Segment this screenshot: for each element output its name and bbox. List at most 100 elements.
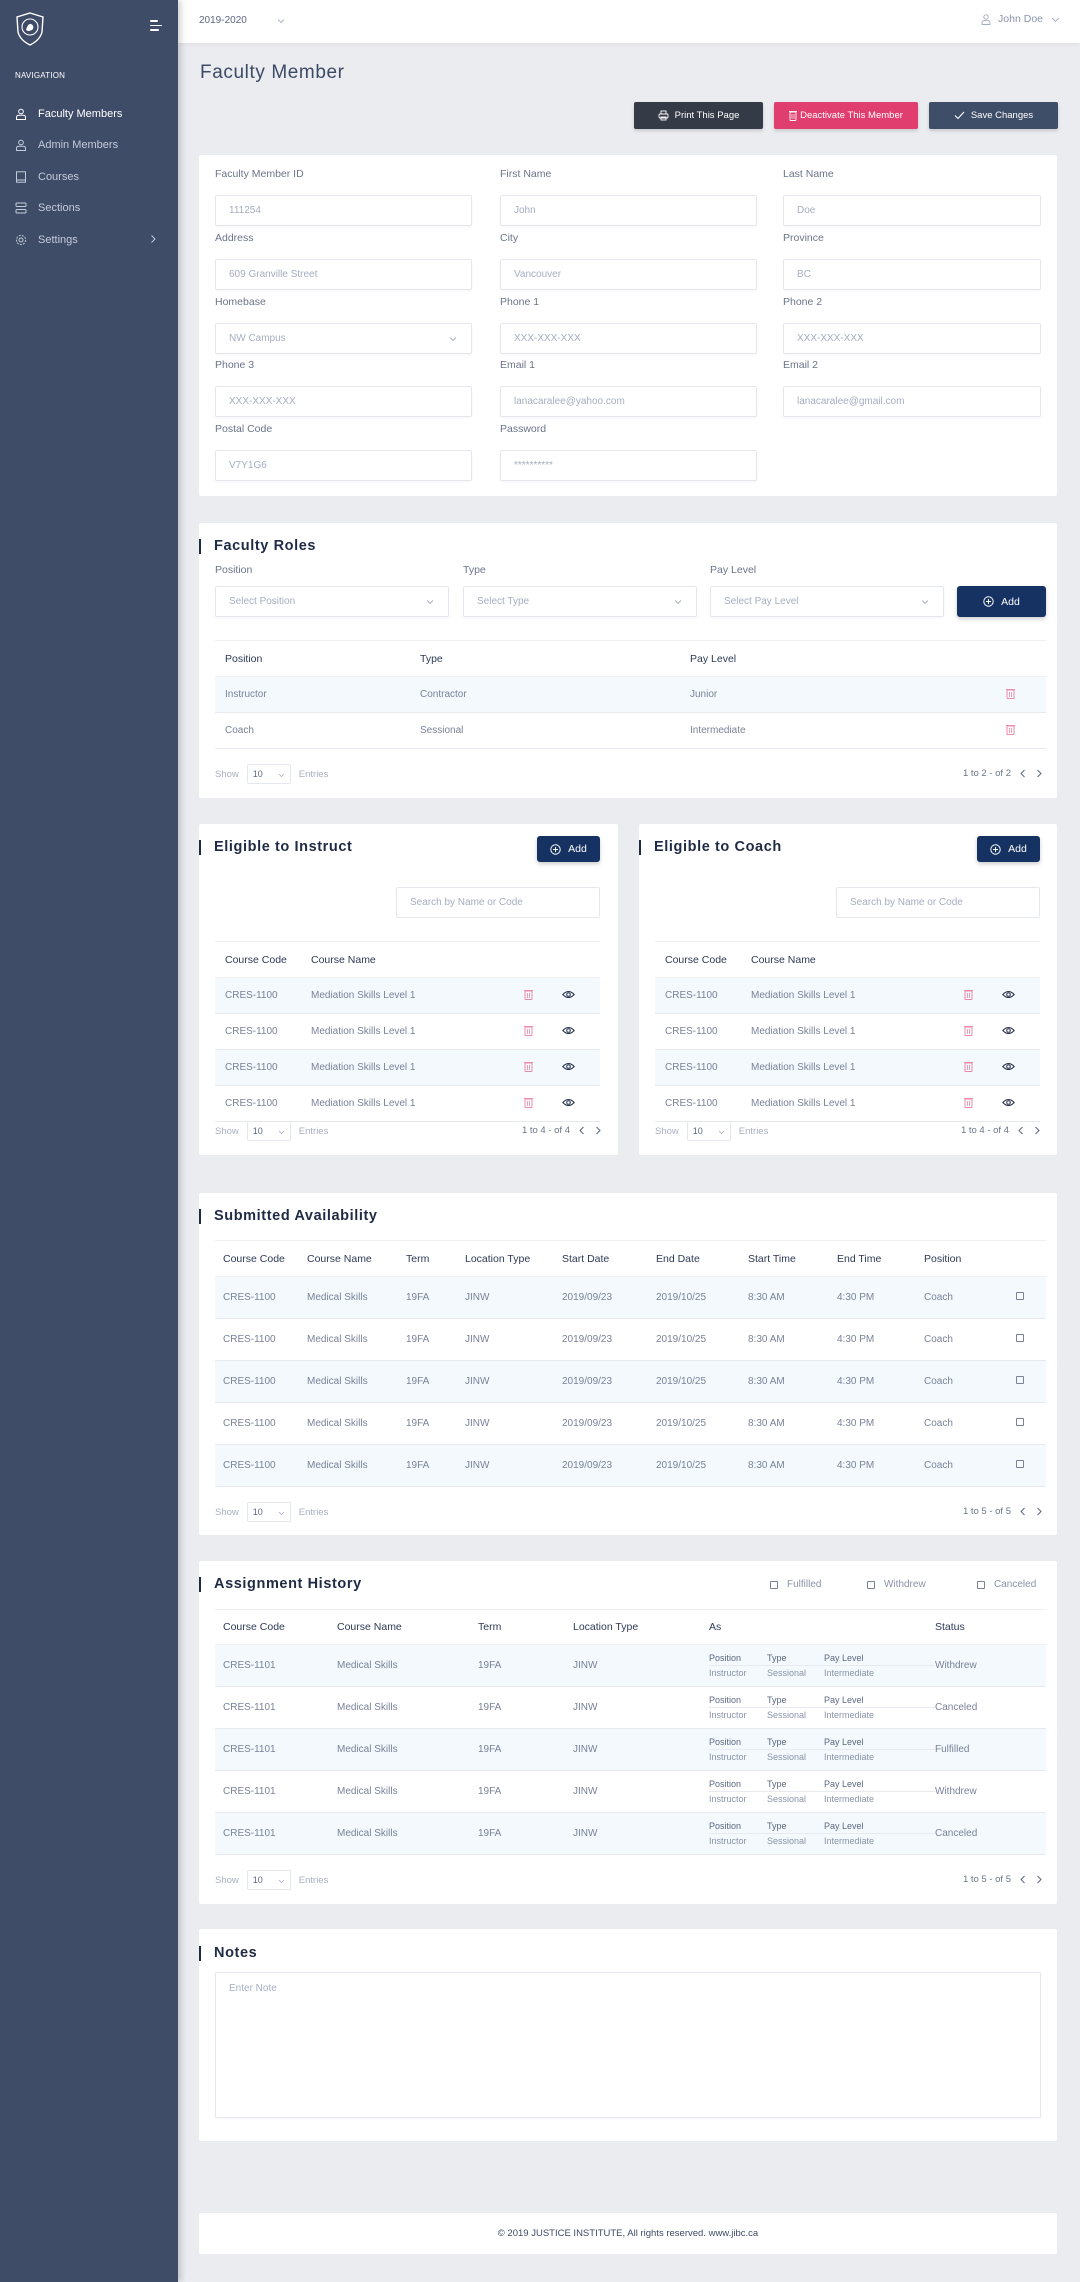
pagination-info: 1 to 4 - of 4	[521, 1125, 570, 1136]
sidebar-item-courses[interactable]: Courses	[0, 161, 178, 193]
next-page-icon[interactable]	[594, 1126, 602, 1135]
chevron-down-icon	[449, 335, 457, 343]
sidebar-item-sections[interactable]: Sections	[0, 193, 178, 225]
entries-select[interactable]: 10	[246, 764, 291, 784]
prev-page-icon[interactable]	[578, 1126, 586, 1135]
phone1-input[interactable]: XXX-XXX-XXX	[500, 323, 757, 354]
show-label: Show	[655, 1125, 679, 1137]
next-page-icon[interactable]	[1035, 769, 1043, 778]
user-menu[interactable]: John Doe	[981, 13, 1060, 25]
cell-position: Coach	[924, 1444, 1016, 1487]
delete-trash-icon[interactable]	[524, 1097, 533, 1108]
province-input[interactable]: BC	[783, 259, 1041, 290]
trash-icon	[789, 111, 798, 121]
row-checkbox[interactable]	[1016, 1418, 1024, 1426]
row-checkbox[interactable]	[1016, 1292, 1024, 1300]
entries-select[interactable]: 10	[246, 1502, 291, 1522]
view-eye-icon[interactable]	[1002, 1098, 1015, 1107]
cell-as: Position Type Pay Level Instructor Sessional…	[709, 1644, 935, 1687]
filter-withdrew[interactable]: Withdrew	[867, 1579, 926, 1590]
notes-textarea[interactable]: Enter Note	[215, 1972, 1041, 2118]
profile-card: Faculty Member ID 111254 First Name John…	[199, 155, 1057, 496]
next-page-icon[interactable]	[1033, 1126, 1041, 1135]
delete-trash-icon[interactable]	[964, 989, 973, 1000]
view-eye-icon[interactable]	[1002, 990, 1015, 999]
view-eye-icon[interactable]	[562, 1062, 575, 1071]
row-checkbox[interactable]	[1016, 1376, 1024, 1384]
academic-year-select[interactable]: 2019-2020	[199, 15, 285, 26]
password-input[interactable]: **********	[500, 450, 757, 481]
sidebar-item-settings[interactable]: Settings	[0, 224, 178, 256]
cell-end-date: 2019/10/25	[656, 1402, 748, 1445]
prev-page-icon[interactable]	[1017, 1126, 1025, 1135]
phone3-input[interactable]: XXX-XXX-XXX	[215, 386, 472, 417]
delete-trash-icon[interactable]	[1006, 724, 1015, 735]
instruct-search-input[interactable]: Search by Name or Code	[396, 887, 600, 918]
cell-course-code: CRES-1100	[215, 1049, 311, 1086]
checkbox[interactable]	[977, 1580, 985, 1589]
deactivate-button[interactable]: Deactivate This Member	[774, 102, 918, 129]
faculty-id-input[interactable]: 111254	[215, 195, 472, 226]
save-changes-button[interactable]: Save Changes	[929, 102, 1058, 129]
col-course-name: Course Name	[311, 941, 524, 978]
col-end-time: End Time	[837, 1240, 924, 1277]
email1-input[interactable]: lanacaralee@yahoo.com	[500, 386, 757, 417]
availability-table: Course Code Course Name Term Location Ty…	[215, 1240, 1046, 1487]
menu-toggle-icon[interactable]	[150, 20, 164, 32]
next-page-icon[interactable]	[1035, 1875, 1043, 1884]
delete-trash-icon[interactable]	[524, 989, 533, 1000]
row-checkbox[interactable]	[1016, 1334, 1024, 1342]
last-name-input[interactable]: Doe	[783, 195, 1041, 226]
entries-select[interactable]: 10	[246, 1870, 291, 1890]
filter-label: Fulfilled	[787, 1579, 822, 1590]
view-eye-icon[interactable]	[562, 1026, 575, 1035]
address-input[interactable]: 609 Granville Street	[215, 259, 472, 290]
first-name-input[interactable]: John	[500, 195, 757, 226]
coach-search-input[interactable]: Search by Name or Code	[836, 887, 1040, 918]
next-page-icon[interactable]	[1035, 1507, 1043, 1516]
delete-trash-icon[interactable]	[964, 1025, 973, 1036]
show-label: Show	[215, 1125, 239, 1137]
prev-page-icon[interactable]	[1019, 769, 1027, 778]
homebase-select[interactable]: NW Campus	[215, 323, 472, 354]
view-eye-icon[interactable]	[1002, 1026, 1015, 1035]
postal-code-input[interactable]: V7Y1G6	[215, 450, 472, 481]
logo-shield-icon[interactable]	[15, 12, 45, 46]
cell-select	[1016, 1402, 1046, 1445]
col-course-name: Course Name	[337, 1609, 478, 1645]
entries-select[interactable]: 10	[686, 1121, 731, 1141]
delete-trash-icon[interactable]	[964, 1061, 973, 1072]
delete-trash-icon[interactable]	[964, 1097, 973, 1108]
delete-trash-icon[interactable]	[1006, 688, 1015, 699]
add-instruct-button[interactable]: Add	[537, 836, 600, 862]
email2-input[interactable]: lanacaralee@gmail.com	[783, 386, 1041, 417]
view-eye-icon[interactable]	[562, 1098, 575, 1107]
entries-select[interactable]: 10	[246, 1121, 291, 1141]
phone2-input[interactable]: XXX-XXX-XXX	[783, 323, 1041, 354]
filter-canceled[interactable]: Canceled	[977, 1579, 1036, 1590]
print-button[interactable]: Print This Page	[634, 102, 763, 129]
delete-trash-icon[interactable]	[524, 1025, 533, 1036]
city-input[interactable]: Vancouver	[500, 259, 757, 290]
view-eye-icon[interactable]	[562, 990, 575, 999]
as-header-position: Position	[709, 1737, 742, 1747]
add-role-button[interactable]: Add	[957, 586, 1046, 617]
position-select[interactable]: Select Position	[215, 586, 449, 617]
col-position: Position	[215, 640, 420, 677]
delete-trash-icon[interactable]	[524, 1061, 533, 1072]
table-row: CRES-1100 Medical Skills 19FA JINW 2019/09/2…	[215, 1360, 1046, 1403]
prev-page-icon[interactable]	[1019, 1875, 1027, 1884]
sidebar-item-admin-members[interactable]: Admin Members	[0, 130, 178, 162]
type-select[interactable]: Select Type	[463, 586, 697, 617]
prev-page-icon[interactable]	[1019, 1507, 1027, 1516]
add-coach-button[interactable]: Add	[977, 836, 1040, 862]
checkbox[interactable]	[770, 1580, 778, 1589]
pay-level-select[interactable]: Select Pay Level	[710, 586, 944, 617]
phone3-placeholder: XXX-XXX-XXX	[229, 396, 296, 407]
sidebar-item-faculty-members[interactable]: Faculty Members	[0, 98, 178, 130]
checkbox[interactable]	[867, 1580, 875, 1589]
filter-fulfilled[interactable]: Fulfilled	[770, 1579, 821, 1590]
entries-label: Entries	[298, 1506, 329, 1518]
view-eye-icon[interactable]	[1002, 1062, 1015, 1071]
row-checkbox[interactable]	[1016, 1460, 1024, 1468]
